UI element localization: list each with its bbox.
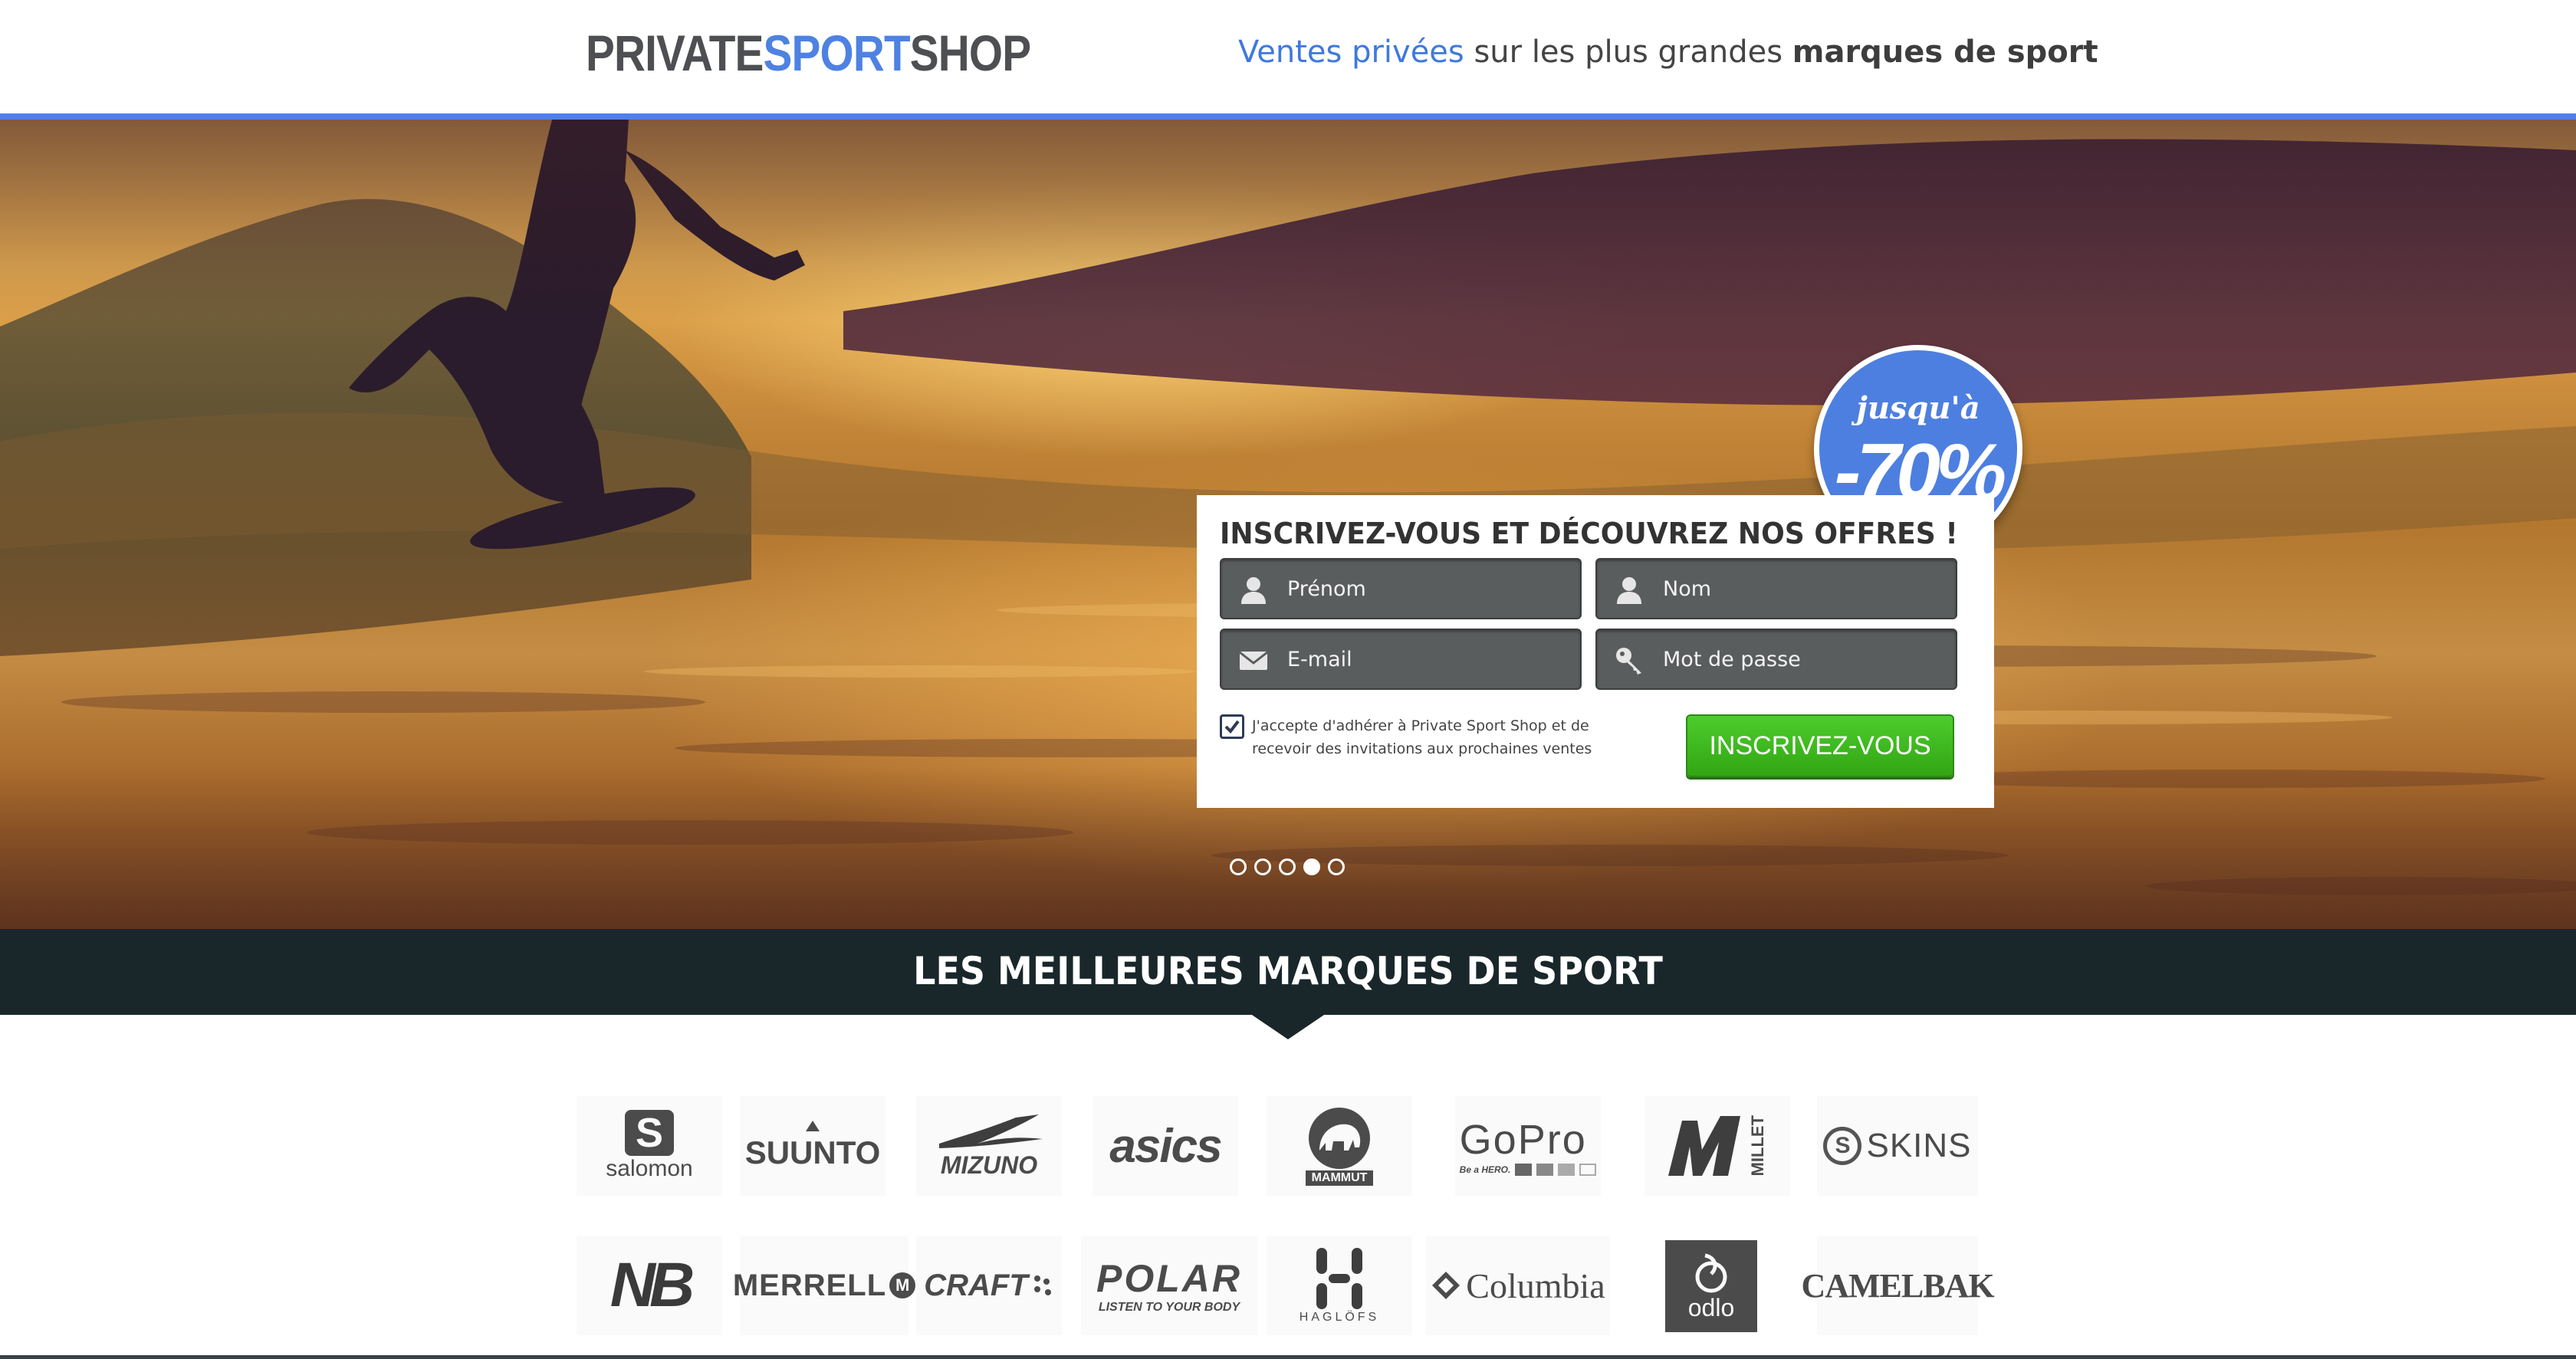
carousel-dot-1[interactable] <box>1230 858 1247 875</box>
badge-prefix: jusqu'à <box>1856 390 1980 426</box>
brand-suunto-label: SUUNTO <box>744 1134 881 1170</box>
brand-columbia-label: Columbia <box>1466 1265 1605 1305</box>
brands-title: LES MEILLEURES MARQUES DE SPORT <box>913 949 1663 993</box>
mammut-logo-icon <box>1309 1108 1370 1169</box>
mizuno-runbird-icon <box>939 1114 1043 1148</box>
millet-m-icon <box>1668 1116 1740 1176</box>
carousel-dot-4[interactable] <box>1303 858 1320 875</box>
brand-merrell[interactable]: MERRELL M <box>733 1236 916 1335</box>
signup-submit-button[interactable]: INSCRIVEZ-VOUS <box>1686 714 1954 777</box>
carousel-dots <box>1230 858 1345 877</box>
last-name-input[interactable] <box>1663 560 1947 618</box>
brand-skins-label: SKINS <box>1866 1127 1972 1164</box>
carousel-dot-5[interactable] <box>1328 858 1345 875</box>
site-logo[interactable]: PRIVATESPORTSHOP <box>586 25 1031 81</box>
email-input[interactable] <box>1287 630 1571 688</box>
brand-polar-label: POLAR <box>1096 1257 1242 1300</box>
tagline-middle: sur les plus grandes <box>1464 34 1792 70</box>
brand-millet[interactable]: MILLET <box>1644 1096 1790 1196</box>
brand-craft[interactable]: CRAFT <box>916 1236 1062 1335</box>
brand-gopro[interactable]: GoPro Be a HERO. <box>1455 1096 1601 1196</box>
brand-salomon-label: salomon <box>606 1156 693 1181</box>
suunto-triangle-icon <box>805 1121 820 1131</box>
password-input[interactable] <box>1663 630 1947 688</box>
consent-text: J'accepte d'adhérer à Private Sport Shop… <box>1252 717 1592 757</box>
consent-checkbox[interactable] <box>1220 714 1244 739</box>
brand-new-balance-label: NB <box>610 1250 695 1320</box>
signup-form: INSCRIVEZ-VOUS ET DÉCOUVREZ NOS OFFRES ! <box>1197 495 1994 808</box>
brand-gopro-label: GoPro <box>1459 1117 1587 1163</box>
polar-tagline: LISTEN TO YOUR BODY <box>1098 1301 1240 1314</box>
brand-merrell-label: MERRELL <box>732 1268 887 1302</box>
gopro-tagline: Be a HERO. <box>1459 1164 1511 1175</box>
password-field[interactable] <box>1595 629 1957 690</box>
brand-camelbak-label: CAMELBAK <box>1801 1266 1994 1305</box>
columbia-diamond-icon <box>1432 1272 1460 1299</box>
salomon-s-icon: S <box>625 1110 674 1156</box>
tagline-bold: marques de sport <box>1792 34 2098 70</box>
user-icon <box>1241 577 1266 604</box>
tagline-highlight: Ventes privées <box>1238 34 1464 70</box>
brand-craft-label: CRAFT <box>924 1268 1028 1302</box>
brand-mizuno-label: MIZUNO <box>940 1151 1038 1179</box>
brand-millet-label: MILLET <box>1748 1115 1767 1177</box>
skins-s-icon: S <box>1823 1127 1862 1165</box>
last-name-field[interactable] <box>1595 558 1957 619</box>
user-icon <box>1617 577 1641 604</box>
key-icon <box>1616 648 1641 675</box>
brand-haglofs[interactable]: HAGLÖFS <box>1267 1236 1412 1335</box>
band-arrow <box>1250 1013 1326 1039</box>
envelope-icon <box>1239 651 1268 670</box>
brand-asics-label: asics <box>1109 1119 1222 1173</box>
header-tagline: Ventes privées sur les plus grandes marq… <box>1238 34 2098 71</box>
logo-private: PRIVATE <box>586 25 764 81</box>
brand-mizuno[interactable]: MIZUNO <box>916 1096 1062 1196</box>
brand-polar[interactable]: POLAR LISTEN TO YOUR BODY <box>1081 1236 1257 1335</box>
brand-columbia[interactable]: Columbia <box>1426 1236 1610 1335</box>
brand-mammut[interactable]: MAMMUT <box>1267 1096 1412 1196</box>
brand-mammut-label: MAMMUT <box>1305 1170 1374 1186</box>
first-name-input[interactable] <box>1287 560 1571 618</box>
checkmark-icon <box>1224 720 1240 734</box>
brand-asics[interactable]: asics <box>1092 1096 1238 1196</box>
brand-skins[interactable]: S SKINS <box>1817 1096 1978 1196</box>
brand-salomon[interactable]: S salomon <box>577 1096 722 1196</box>
brand-odlo-label: odlo <box>1687 1293 1735 1321</box>
haglofs-h-icon <box>1316 1248 1362 1309</box>
craft-dots-icon <box>1033 1275 1051 1295</box>
brand-suunto[interactable]: SUUNTO <box>740 1096 886 1196</box>
brand-odlo[interactable]: odlo <box>1665 1240 1757 1332</box>
logo-shop: SHOP <box>909 25 1031 81</box>
footer-line <box>0 1355 2576 1359</box>
brands-band: LES MEILLEURES MARQUES DE SPORT <box>0 929 2576 1015</box>
carousel-dot-3[interactable] <box>1279 858 1296 875</box>
merrell-m-icon: M <box>889 1272 916 1298</box>
brand-new-balance[interactable]: NB <box>577 1236 722 1335</box>
site-header: PRIVATESPORTSHOP Ventes privées sur les … <box>0 0 2576 113</box>
brand-camelbak[interactable]: CAMELBAK <box>1801 1236 1995 1335</box>
signup-title: INSCRIVEZ-VOUS ET DÉCOUVREZ NOS OFFRES ! <box>1220 517 1958 550</box>
first-name-field[interactable] <box>1220 558 1582 619</box>
email-field[interactable] <box>1220 629 1582 690</box>
odlo-logo-icon <box>1695 1253 1727 1292</box>
logo-sport: SPORT <box>763 25 911 81</box>
brand-haglofs-label: HAGLÖFS <box>1299 1311 1380 1324</box>
hero-banner: jusqu'à -70% INSCRIVEZ-VOUS ET DÉCOUVREZ… <box>0 120 2576 929</box>
carousel-dot-2[interactable] <box>1254 858 1271 875</box>
header-accent-line <box>0 113 2576 120</box>
